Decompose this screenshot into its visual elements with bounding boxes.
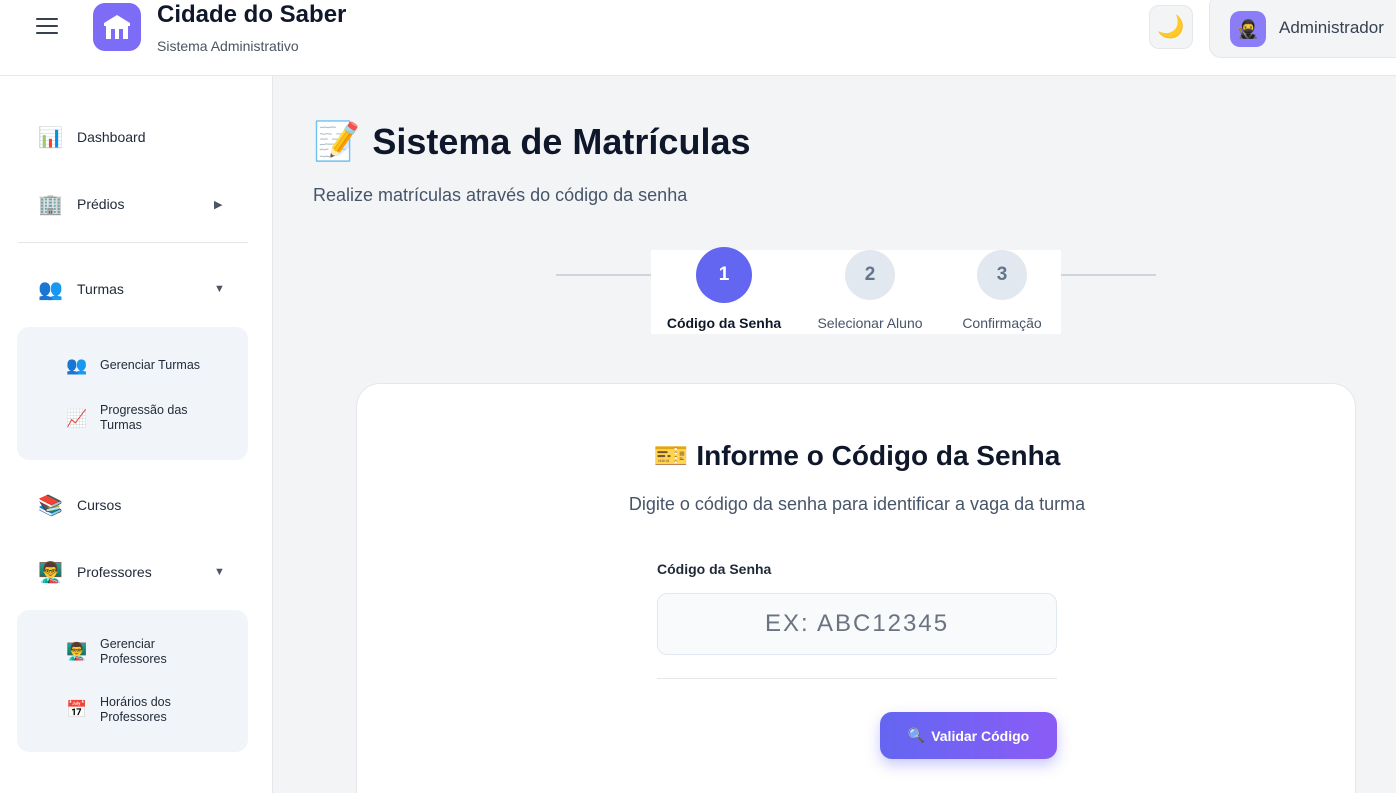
sidebar-subitem-horarios-professores[interactable]: 📅 Horários dos Professores	[17, 694, 248, 726]
people-icon: 👥	[66, 356, 88, 375]
code-entry-card: 🎫 Informe o Código da Senha Digite o cód…	[356, 383, 1356, 793]
ticket-icon: 🎫	[653, 440, 689, 471]
chevron-down-icon: ▼	[214, 283, 225, 295]
calendar-icon: 📅	[66, 700, 88, 719]
form-divider	[657, 678, 1057, 679]
sidebar-item-label: Dashboard	[77, 129, 146, 145]
chevron-down-icon: ▼	[214, 566, 225, 578]
step-2-label: Selecionar Aluno	[817, 315, 923, 331]
menu-toggle-icon[interactable]	[36, 18, 58, 36]
code-field-label: Código da Senha	[657, 561, 772, 577]
step-1-label: Código da Senha	[666, 315, 782, 331]
sidebar: 📊 Dashboard 🏢 Prédios ▶ 👥 Turmas ▼ 👥 Ger…	[0, 76, 273, 793]
page-title: 📝 Sistema de Matrículas	[313, 120, 751, 164]
user-name: Administrador	[1279, 18, 1384, 37]
step-3-label: Confirmação	[962, 315, 1042, 331]
validate-code-button[interactable]: 🔍 Validar Código	[880, 712, 1057, 759]
sidebar-subitem-label: Gerenciar Professores	[100, 637, 167, 666]
sidebar-subitem-label: Progressão das Turmas	[100, 403, 188, 432]
trend-chart-icon: 📈	[66, 409, 88, 428]
sidebar-subitem-gerenciar-turmas[interactable]: 👥 Gerenciar Turmas	[17, 355, 248, 377]
app-subtitle: Sistema Administrativo	[157, 38, 299, 54]
sidebar-subitem-label: Gerenciar Turmas	[100, 358, 201, 372]
sidebar-item-label: Turmas	[77, 281, 124, 297]
chart-icon: 📊	[38, 126, 63, 149]
sidebar-item-label: Prédios	[77, 196, 125, 212]
books-icon: 📚	[38, 494, 63, 517]
sidebar-item-cursos[interactable]: 📚 Cursos	[18, 485, 248, 525]
page-title-text: Sistema de Matrículas	[372, 121, 751, 162]
card-subtitle: Digite o código da senha para identifica…	[628, 494, 1086, 514]
teacher-icon: 👨‍🏫	[38, 561, 63, 584]
top-header: Cidade do Saber Sistema Administrativo 🌙…	[0, 0, 1396, 76]
sidebar-item-predios[interactable]: 🏢 Prédios ▶	[18, 184, 248, 224]
theme-toggle-button[interactable]: 🌙	[1149, 5, 1193, 49]
professores-submenu: 👨‍🏫 Gerenciar Professores 📅 Horários dos…	[17, 610, 248, 752]
validate-button-label: Validar Código	[931, 727, 1030, 744]
step-2-circle: 2	[845, 250, 895, 300]
sidebar-subitem-label: Horários dos Professores	[100, 695, 171, 724]
sidebar-item-turmas[interactable]: 👥 Turmas ▼	[18, 269, 248, 309]
sidebar-subitem-gerenciar-professores[interactable]: 👨‍🏫 Gerenciar Professores	[17, 636, 248, 668]
code-input[interactable]	[657, 593, 1057, 655]
sidebar-divider	[18, 242, 248, 243]
sidebar-item-dashboard[interactable]: 📊 Dashboard	[18, 117, 248, 157]
stepper-line-right	[1056, 274, 1156, 276]
app-logo-icon	[93, 3, 141, 51]
sidebar-item-professores[interactable]: 👨‍🏫 Professores ▼	[18, 552, 248, 592]
user-menu[interactable]: 🥷 Administrador	[1209, 0, 1396, 58]
app-title: Cidade do Saber	[157, 1, 347, 28]
building-icon: 🏢	[38, 193, 63, 216]
chevron-right-icon: ▶	[214, 198, 223, 211]
sidebar-subitem-progressao-turmas[interactable]: 📈 Progressão das Turmas	[17, 403, 248, 435]
sidebar-item-label: Cursos	[77, 497, 122, 513]
avatar: 🥷	[1230, 11, 1266, 47]
search-icon: 🔍	[907, 727, 926, 743]
teacher-icon: 👨‍🏫	[66, 642, 88, 661]
step-1-circle: 1	[696, 247, 752, 303]
people-icon: 👥	[38, 278, 63, 301]
memo-icon: 📝	[313, 121, 361, 163]
stepper-line-left	[556, 274, 656, 276]
card-title-text: Informe o Código da Senha	[696, 440, 1061, 471]
moon-icon: 🌙	[1157, 14, 1185, 39]
page-subtitle: Realize matrículas através do código da …	[313, 185, 688, 205]
user-avatar-icon: 🥷	[1236, 18, 1260, 39]
sidebar-item-label: Professores	[77, 564, 152, 580]
step-3-circle: 3	[977, 250, 1027, 300]
card-title: 🎫 Informe o Código da Senha	[357, 439, 1357, 472]
turmas-submenu: 👥 Gerenciar Turmas 📈 Progressão das Turm…	[17, 327, 248, 460]
